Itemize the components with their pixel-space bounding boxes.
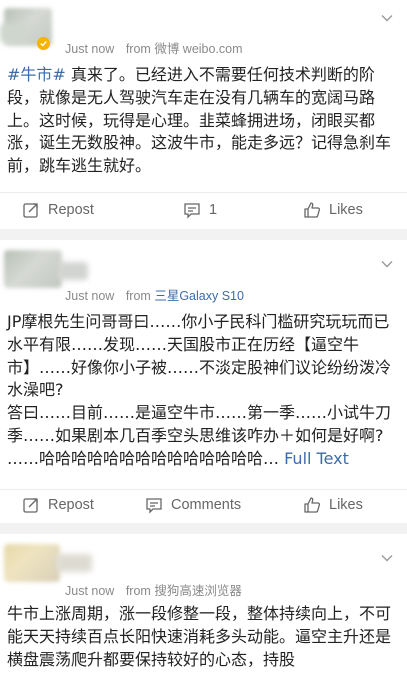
like-label: Likes — [329, 497, 363, 513]
post-source[interactable]: 微博 weibo.com — [154, 42, 242, 56]
divider — [0, 489, 407, 490]
like-icon — [303, 496, 321, 514]
post-body: 牛市上涨周期，涨一段修整一段，整体持续向上，不可能天天持续百点长阳快速消耗多头动… — [7, 604, 392, 669]
verified-icon — [37, 37, 50, 50]
repost-label: Repost — [48, 497, 94, 513]
repost-icon — [22, 201, 40, 219]
like-icon — [303, 201, 321, 219]
post-meta: Just now from 搜狗高速浏览器 — [65, 580, 242, 599]
comment-label: Comments — [171, 497, 242, 513]
from-label: from — [125, 42, 151, 56]
chevron-down-icon[interactable] — [381, 12, 393, 24]
comment-button[interactable]: 1 — [183, 201, 217, 219]
repost-label: Repost — [48, 202, 94, 218]
post-source[interactable]: 三星Galaxy S10 — [154, 289, 244, 303]
post-text: 牛市上涨周期，涨一段修整一段，整体持续向上，不可能天天持续百点长阳快速消耗多头动… — [7, 603, 401, 671]
like-button[interactable]: Likes — [303, 201, 363, 219]
chevron-down-icon[interactable] — [381, 552, 393, 564]
post-source[interactable]: 搜狗高速浏览器 — [154, 584, 242, 598]
like-label: Likes — [329, 202, 363, 218]
avatar[interactable] — [4, 250, 62, 288]
comment-button[interactable]: Comments — [145, 496, 241, 514]
post-time: Just now — [65, 289, 115, 303]
comment-icon — [145, 496, 163, 514]
comment-count: 1 — [209, 202, 218, 218]
full-text-link[interactable]: Full Text — [279, 449, 349, 468]
post-text: JP摩根先生问哥哥曰……你小子民科门槛研究玩玩而已水平有限……发现……天国股市正… — [7, 311, 401, 471]
from-label: from — [125, 584, 151, 598]
chevron-down-icon[interactable] — [381, 258, 393, 270]
hashtag-link[interactable]: #牛市# — [7, 65, 66, 84]
avatar[interactable] — [4, 544, 60, 582]
blurred-username — [58, 262, 88, 280]
feed-post: Just now from 搜狗高速浏览器 牛市上涨周期，涨一段修整一段，整体持… — [0, 534, 407, 674]
post-meta: Just now from 微博 weibo.com — [65, 38, 243, 57]
blurred-username — [0, 24, 28, 42]
repost-icon — [22, 496, 40, 514]
repost-button[interactable]: Repost — [22, 496, 94, 514]
like-button[interactable]: Likes — [303, 496, 363, 514]
post-body: JP摩根先生问哥哥曰……你小子民科门槛研究玩玩而已水平有限……发现……天国股市正… — [7, 312, 392, 468]
feed-post: Just now from 微博 weibo.com #牛市# 真来了。已经进入… — [0, 0, 407, 229]
post-time: Just now — [65, 584, 115, 598]
divider — [0, 192, 407, 193]
post-text: #牛市# 真来了。已经进入不需要任何技术判断的阶段，就像是无人驾驶汽车走在没有几… — [7, 64, 401, 178]
blurred-username — [56, 554, 92, 572]
repost-button[interactable]: Repost — [22, 201, 94, 219]
post-time: Just now — [65, 42, 115, 56]
from-label: from — [125, 289, 151, 303]
post-meta: Just now from 三星Galaxy S10 — [65, 285, 244, 304]
comment-icon — [183, 201, 201, 219]
feed-post: Just now from 三星Galaxy S10 JP摩根先生问哥哥曰……你… — [0, 240, 407, 523]
